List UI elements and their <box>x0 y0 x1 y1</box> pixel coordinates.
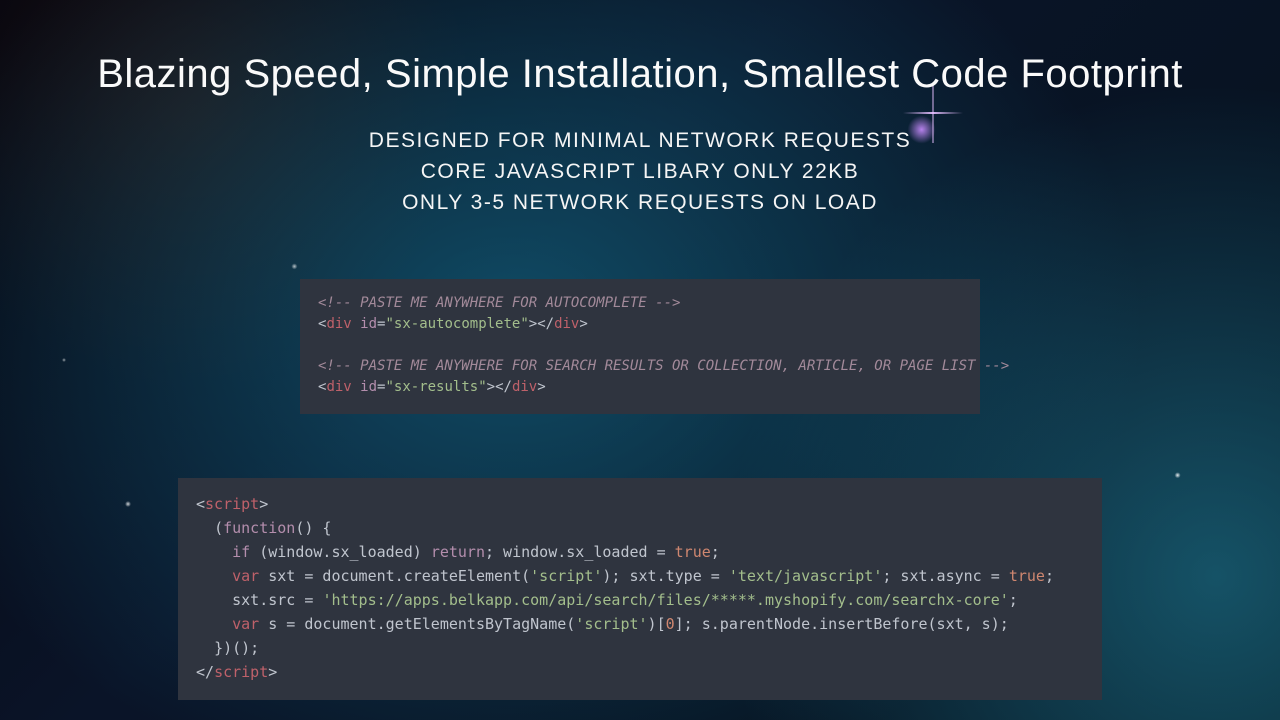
subtitle-1: DESIGNED FOR MINIMAL NETWORK REQUESTS <box>0 129 1280 153</box>
subtitle-list: DESIGNED FOR MINIMAL NETWORK REQUESTS CO… <box>0 122 1280 222</box>
code-line: <!-- PASTE ME ANYWHERE FOR AUTOCOMPLETE … <box>318 293 962 398</box>
subtitle-3: ONLY 3-5 NETWORK REQUESTS ON LOAD <box>0 191 1280 215</box>
code-line: <script> (function() { if (window.sx_loa… <box>196 492 1084 684</box>
subtitle-2: CORE JAVASCRIPT LIBARY ONLY 22KB <box>0 160 1280 184</box>
code-snippet-script: <script> (function() { if (window.sx_loa… <box>178 478 1102 700</box>
page-title: Blazing Speed, Simple Installation, Smal… <box>0 52 1280 97</box>
code-snippet-html: <!-- PASTE ME ANYWHERE FOR AUTOCOMPLETE … <box>300 279 980 414</box>
